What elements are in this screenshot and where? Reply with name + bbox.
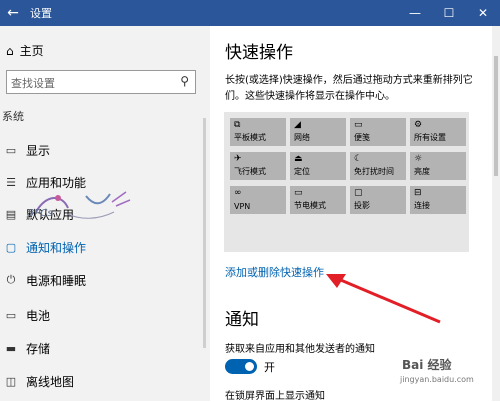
main-panel: 快速操作 长按(或选择)快速操作，然后通过拖动方式来重新排列它们。这些快速操作将… <box>210 26 500 402</box>
tile-network[interactable]: ◢ 网络 <box>290 118 346 146</box>
sidebar-item-storage[interactable]: ▬ 存储 <box>4 337 50 359</box>
sidebar-item-label: 显示 <box>26 143 51 158</box>
tile-label: 投影 <box>354 201 370 210</box>
note-icon: ▭ <box>354 120 363 130</box>
tile-tablet-mode[interactable]: ⧉ 平板模式 <box>230 118 286 146</box>
airplane-icon: ✈ <box>234 154 242 164</box>
moon-icon: ☾ <box>354 154 363 164</box>
tablet-mode-icon: ⧉ <box>234 120 241 130</box>
tile-connect[interactable]: ⊟ 连接 <box>410 186 466 214</box>
location-icon: ⏏ <box>294 154 303 164</box>
sidebar-item-label: 电源和睡眠 <box>26 273 87 288</box>
quick-actions-grid: ⧉ 平板模式 ◢ 网络 ▭ 便笺 ⚙ 所有设置 ✈ 飞行模式 ⏏ 定位 ☾ 免打… <box>224 112 469 252</box>
tile-label: 连接 <box>414 201 430 210</box>
tile-brightness[interactable]: ☼ 亮度 <box>410 152 466 180</box>
battery-icon: ▭ <box>5 308 17 322</box>
battery-saver-icon: ▭ <box>294 188 303 198</box>
quick-actions-description: 长按(或选择)快速操作，然后通过拖动方式来重新排列它们。这些快速操作将显示在操作… <box>225 75 473 102</box>
tile-label: 飞行模式 <box>234 167 266 176</box>
notifications-heading: 通知 <box>225 310 259 330</box>
home-link[interactable]: ⌂ 主页 <box>6 42 44 59</box>
notifications-toggle[interactable] <box>225 359 257 374</box>
sidebar-item-notifications[interactable]: ▢ 通知和操作 <box>4 236 86 258</box>
display-icon: ▭ <box>5 143 17 157</box>
lock-screen-notifications-label: 在锁屏界面上显示通知 <box>225 391 325 402</box>
annotation-arrow-icon <box>326 274 441 324</box>
toggle-state-label: 开 <box>264 361 275 374</box>
maps-icon: ◫ <box>5 374 17 388</box>
tile-label: 平板模式 <box>234 133 266 142</box>
tile-label: 亮度 <box>414 167 430 176</box>
tile-quiet-hours[interactable]: ☾ 免打扰时间 <box>350 152 406 180</box>
quick-actions-heading: 快速操作 <box>225 43 293 63</box>
back-arrow-icon[interactable]: ← <box>0 0 26 26</box>
tile-project[interactable]: ▢ 投影 <box>350 186 406 214</box>
close-button[interactable]: ✕ <box>466 0 500 26</box>
tile-label: 免打扰时间 <box>354 167 394 176</box>
main-scrollbar[interactable] <box>492 26 500 401</box>
sidebar-item-label: 通知和操作 <box>26 240 87 255</box>
toggle-knob <box>245 362 254 371</box>
watermark-text: 3PCs <box>28 208 53 219</box>
tile-label: 便笺 <box>354 133 370 142</box>
tile-label: 定位 <box>294 167 310 176</box>
sidebar-scrollbar[interactable] <box>203 118 206 348</box>
search-input[interactable]: 查找设置 ⚲ <box>6 70 196 94</box>
sidebar-item-battery[interactable]: ▭ 电池 <box>4 304 50 326</box>
home-label: 主页 <box>19 44 44 58</box>
section-label: 系统 <box>2 110 24 123</box>
title-bar: ← 设置 — ☐ ✕ <box>0 0 500 26</box>
home-icon: ⌂ <box>6 43 14 58</box>
scroll-thumb[interactable] <box>494 56 498 176</box>
baidu-watermark-url: jingyan.baidu.com <box>400 375 474 384</box>
tile-airplane-mode[interactable]: ✈ 飞行模式 <box>230 152 286 180</box>
brightness-icon: ☼ <box>414 154 423 164</box>
sidebar-item-label: 离线地图 <box>26 374 75 389</box>
search-placeholder: 查找设置 <box>11 77 55 90</box>
power-icon: ⏻ <box>6 273 16 286</box>
notifications-icon: ▢ <box>5 240 17 254</box>
connect-icon: ⊟ <box>414 188 422 198</box>
search-icon: ⚲ <box>180 74 189 88</box>
sidebar-item-display[interactable]: ▭ 显示 <box>4 139 50 161</box>
tile-label: 网络 <box>294 133 310 142</box>
sidebar-item-label: 存储 <box>26 341 51 356</box>
add-remove-quick-actions-link[interactable]: 添加或删除快速操作 <box>225 264 324 280</box>
baidu-watermark: Bai 经验 <box>402 358 452 372</box>
sidebar-item-power[interactable]: ⏻ 电源和睡眠 <box>4 269 86 291</box>
tile-note[interactable]: ▭ 便笺 <box>350 118 406 146</box>
sidebar-item-maps[interactable]: ◫ 离线地图 <box>4 370 74 392</box>
get-notifications-label: 获取来自应用和其他发送者的通知 <box>225 344 375 355</box>
project-icon: ▢ <box>354 188 363 198</box>
tile-battery-saver[interactable]: ▭ 节电模式 <box>290 186 346 214</box>
gear-icon: ⚙ <box>414 120 423 130</box>
maximize-button[interactable]: ☐ <box>432 0 466 26</box>
network-icon: ◢ <box>294 120 301 130</box>
default-apps-icon: ▤ <box>5 207 17 221</box>
apps-icon: ☰ <box>6 175 16 189</box>
tile-label: 所有设置 <box>414 133 446 142</box>
tile-location[interactable]: ⏏ 定位 <box>290 152 346 180</box>
storage-icon: ▬ <box>5 341 17 355</box>
vpn-icon: ∞ <box>234 188 242 198</box>
sidebar-item-label: 电池 <box>26 308 51 323</box>
window-title: 设置 <box>30 7 52 20</box>
tile-vpn[interactable]: ∞ VPN <box>230 186 286 214</box>
minimize-button[interactable]: — <box>398 0 432 26</box>
tile-all-settings[interactable]: ⚙ 所有设置 <box>410 118 466 146</box>
tile-label: 节电模式 <box>294 201 326 210</box>
tile-label: VPN <box>234 202 251 211</box>
